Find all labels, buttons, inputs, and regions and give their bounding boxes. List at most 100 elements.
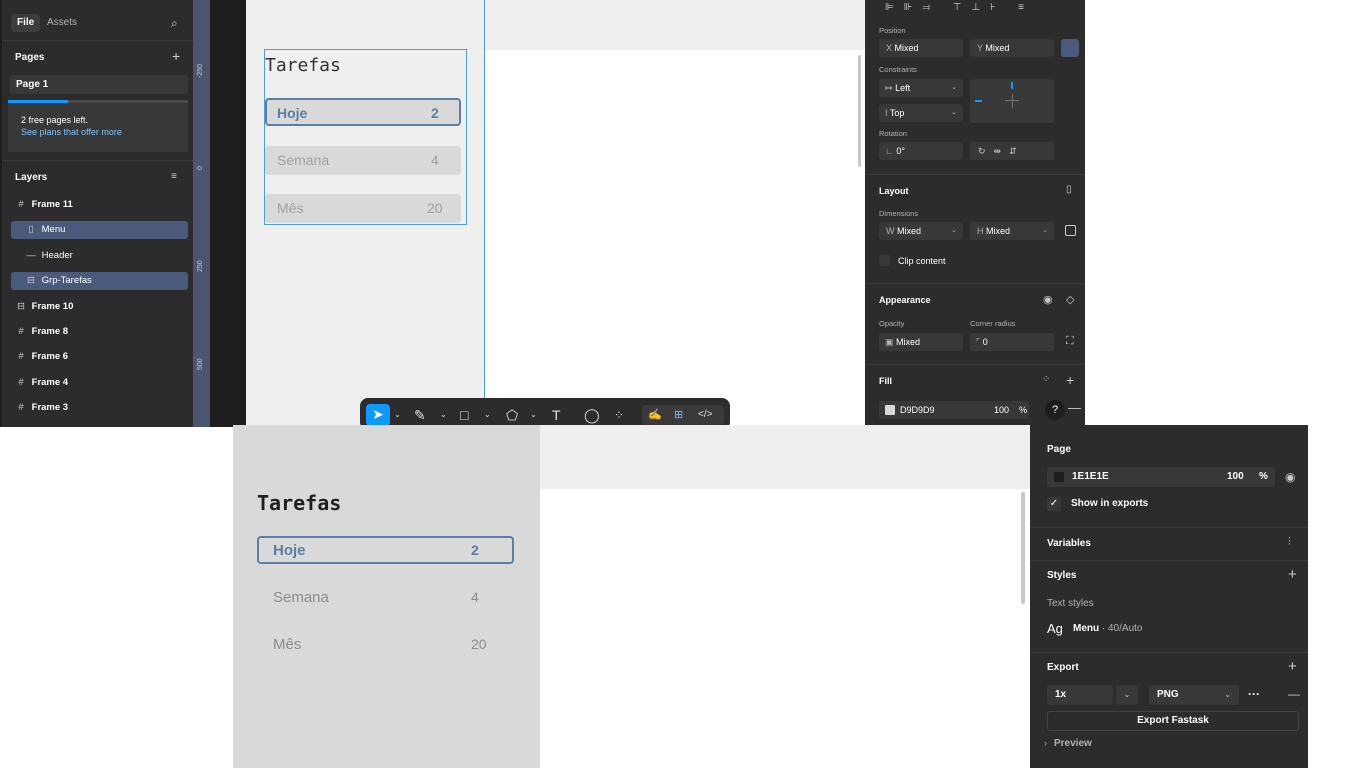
layer-item[interactable]: ⊟ Grp-Tarefas [11,272,188,291]
menu-frame-preview[interactable]: Tarefas Hoje 2 Semana 4 Mês 20 [233,425,540,768]
tab-file[interactable]: File [11,14,41,32]
left-sidebar: File Assets ⌕ Pages + Page 1 2 free page… [2,0,193,427]
page-section-title: Page [1047,444,1071,455]
layer-item[interactable]: # Frame 11 [11,196,188,214]
shape-tool-icon[interactable]: ⬠ [506,405,518,425]
export-format-select[interactable]: PNG ⌄ [1149,685,1239,705]
remove-fill-icon[interactable]: — [1068,400,1081,415]
tab-assets[interactable]: Assets [47,14,77,32]
layer-item[interactable]: ⊟ Frame 10 [11,298,188,316]
draw-mode-icon[interactable]: ✍ [648,405,662,425]
remove-export-icon[interactable]: — [1288,687,1300,701]
layer-item[interactable]: ▯ Menu [11,221,188,240]
show-in-exports-checkbox[interactable]: ✓ [1047,497,1061,511]
chevron-down-icon: ⌄ [951,227,957,234]
layer-item[interactable]: # Frame 6 [11,348,188,366]
frame-11[interactable]: Tarefas Hoje 2 Semana 4 Mês 20 [246,0,866,427]
search-icon[interactable]: ⌕ [171,16,178,30]
h-prefix: H [977,226,984,236]
fill-unit: % [1019,405,1028,415]
export-button[interactable]: Export Fastask [1047,711,1299,731]
opacity-field[interactable]: ▣ Mixed [879,333,963,351]
constraints-label: Constraints [879,65,917,74]
export-scale-field[interactable]: 1x [1047,685,1113,705]
layer-item[interactable]: # Frame 3 [11,399,188,417]
align-tools[interactable]: ⊫⊪⫤ ⊤⊥⊦ ≡ [885,2,1034,13]
frame-tool-icon[interactable]: □ [460,405,468,425]
menu-selection-edge [484,0,485,427]
menu-item-count: 20 [471,636,487,652]
blend-mode-icon[interactable]: ◇ [1066,293,1074,306]
menu-item-hoje[interactable]: Hoje 2 [257,536,514,564]
add-page-icon[interactable]: + [172,49,180,63]
comment-tool-icon[interactable]: ◯ [584,405,600,425]
actions-tool-icon[interactable]: ⁘ [614,405,624,425]
independent-corners-icon[interactable]: ⛶ [1066,335,1074,348]
plan-link[interactable]: See plans that offer more [21,127,122,137]
layer-label: Menu [41,224,66,236]
chevron-down-icon[interactable]: ⌄ [440,405,447,425]
eye-icon[interactable]: ◉ [1043,293,1053,306]
chevron-down-icon[interactable]: ⌄ [530,405,537,425]
page-color-swatch[interactable] [1054,472,1064,482]
y-position-field[interactable]: Y Mixed [970,39,1054,57]
collapse-layers-icon[interactable]: ≡ [171,170,177,184]
rotation-field[interactable]: ∟ 0° [879,142,963,160]
bottom-toolbar: ➤ ⌄ ✎ ⌄ □ ⌄ ⬠ ⌄ T ◯ ⁘ ✍ ⊞ </> [360,398,730,427]
absolute-position-toggle[interactable] [1061,39,1079,57]
preview-label[interactable]: Preview [1054,738,1092,749]
move-tool-button[interactable]: ➤ [366,404,390,426]
fill-swatch[interactable] [885,405,895,415]
canvas-scrollbar[interactable] [1021,492,1025,604]
constraint-horizontal-select[interactable]: ↦ Left ⌄ [879,79,963,97]
chevron-down-icon[interactable]: ⌄ [394,405,401,425]
clip-content-checkbox[interactable] [879,255,890,266]
layer-type-icon: # [18,199,24,210]
layer-label: Frame 4 [31,376,69,388]
more-options-icon[interactable]: ··· [1248,687,1260,701]
add-style-icon[interactable]: + [1288,566,1297,583]
width-field[interactable]: W Mixed ⌄ [879,222,963,240]
page-item-1[interactable]: Page 1 [10,75,188,94]
menu-item-hoje[interactable]: Hoje 2 [265,98,461,126]
text-style-item[interactable]: Menu · 40/Auto [1073,623,1142,634]
text-tool-icon[interactable]: T [552,405,561,425]
help-button[interactable]: ? [1045,400,1065,420]
header-frame[interactable] [484,0,866,50]
rotate-flip-buttons[interactable]: ↻⇹⇵ [970,142,1054,160]
corner-radius-field[interactable]: ⌜ 0 [970,333,1054,351]
eye-icon[interactable]: ◉ [1285,470,1295,484]
page-background-field[interactable]: 1E1E1E 100 % [1047,467,1275,487]
constraint-widget[interactable] [970,79,1054,123]
dev-mode-icon[interactable]: </> [698,405,712,425]
design-canvas[interactable]: Tarefas Hoje 2 Semana 4 Mês 20 [210,0,866,427]
styles-grid-icon[interactable]: ⁘ [1042,374,1050,385]
menu-item-mes[interactable]: Mês 20 [265,194,461,223]
chevron-right-icon[interactable]: › [1044,738,1047,748]
layer-label: Frame 10 [31,300,74,312]
layer-item[interactable]: # Frame 8 [11,323,188,341]
constraint-vertical-select[interactable]: I Top ⌄ [879,104,963,122]
pen-tool-icon[interactable]: ✎ [414,405,426,425]
height-field[interactable]: H Mixed ⌄ [970,222,1054,240]
plan-progress-fill [8,100,68,103]
variables-settings-icon[interactable]: ⫶ [1288,536,1291,549]
resize-to-fit-icon[interactable] [1065,225,1076,236]
export-scale-dropdown[interactable]: ⌄ [1116,685,1138,705]
add-fill-icon[interactable]: + [1066,372,1074,388]
menu-item-name: Semana [273,589,329,606]
export-format-value: PNG [1157,689,1179,700]
chevron-down-icon[interactable]: ⌄ [484,405,491,425]
header-frame-preview[interactable] [540,425,1030,489]
layer-item[interactable]: — Header [11,247,188,265]
menu-item-mes[interactable]: Mês 20 [257,631,514,659]
add-export-icon[interactable]: + [1288,658,1297,675]
design-mode-icon[interactable]: ⊞ [674,405,683,425]
menu-item-semana[interactable]: Semana 4 [265,146,461,175]
x-position-field[interactable]: X Mixed [879,39,963,57]
canvas-scrollbar[interactable] [858,55,861,167]
auto-layout-icon[interactable]: ▯ [1066,184,1072,195]
layer-item[interactable]: # Frame 4 [11,374,188,392]
fill-color-field[interactable]: D9D9D9 100 % [879,401,1029,419]
menu-item-semana[interactable]: Semana 4 [257,584,514,612]
